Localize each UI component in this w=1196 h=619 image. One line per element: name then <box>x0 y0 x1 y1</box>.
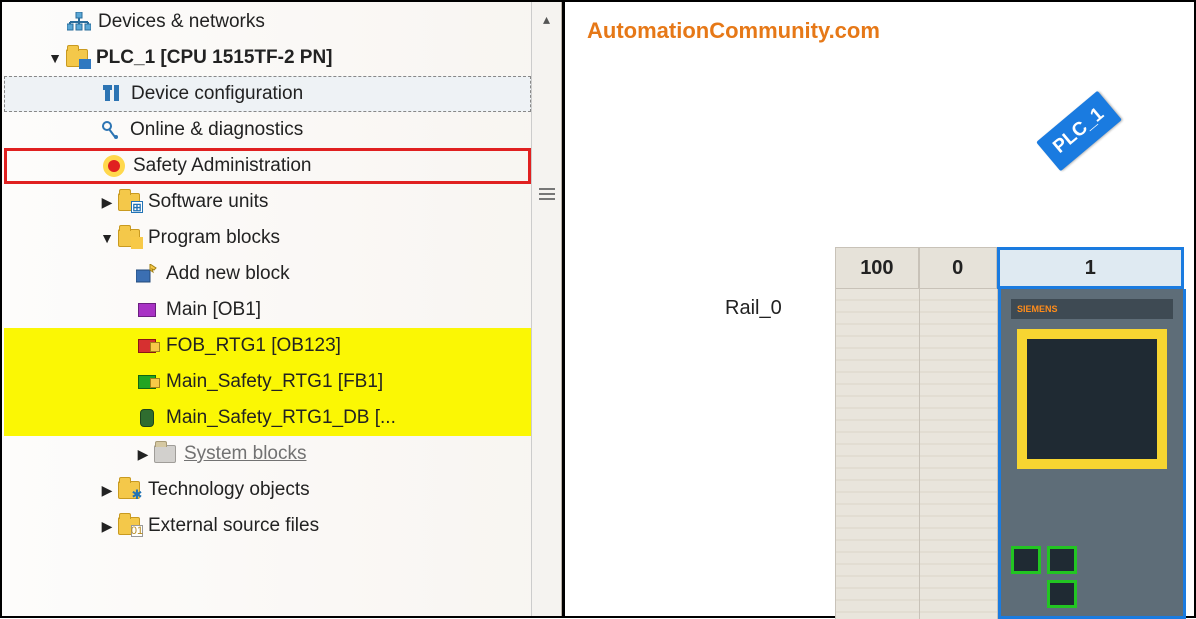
tree-label: Main [OB1] <box>166 299 261 321</box>
rack-area: Rail_0 100 0 1 SIEMENS <box>725 247 1184 616</box>
tree-main-ob1[interactable]: Main [OB1] <box>4 292 531 328</box>
collapse-arrow-icon[interactable]: ▶ <box>98 482 116 499</box>
collapse-arrow-icon[interactable]: ▶ <box>98 194 116 211</box>
rail-label: Rail_0 <box>725 297 782 320</box>
device-label-flag[interactable]: PLC_1 <box>1036 91 1122 172</box>
scroll-grip[interactable] <box>539 180 555 208</box>
plc-module-top-strip: SIEMENS <box>1011 299 1173 319</box>
tree-label: Safety Administration <box>133 155 311 177</box>
tree-label: Main_Safety_RTG1_DB [... <box>166 407 396 429</box>
slot-column-100[interactable] <box>836 289 920 619</box>
program-blocks-folder-icon <box>116 225 142 251</box>
technology-objects-folder-icon: ✱ <box>116 477 142 503</box>
ethernet-port-icon <box>1011 546 1041 574</box>
tree-main-safety-fb[interactable]: Main_Safety_RTG1 [FB1] <box>4 364 531 400</box>
external-sources-folder-icon: 01 <box>116 513 142 539</box>
tree-scrollbar[interactable]: ▴ <box>531 2 561 616</box>
project-tree-panel: Devices & networks ▼ PLC_1 [CPU 1515TF-2… <box>2 2 562 616</box>
safety-db-icon <box>134 405 160 431</box>
slot-header-row: 100 0 1 <box>835 247 1184 289</box>
ethernet-port-icon <box>1047 580 1077 608</box>
tree-external-sources[interactable]: ▶ 01 External source files <box>4 508 531 544</box>
software-units-icon: ⊞ <box>116 189 142 215</box>
scroll-up-icon[interactable]: ▴ <box>536 8 558 30</box>
plc-module[interactable]: SIEMENS <box>998 289 1186 619</box>
tree-program-blocks[interactable]: ▼ Program blocks <box>4 220 531 256</box>
tree-device-configuration[interactable]: Device configuration <box>4 76 531 112</box>
tree-add-new-block[interactable]: Add new block <box>4 256 531 292</box>
tree-online-diagnostics[interactable]: Online & diagnostics <box>4 112 531 148</box>
collapse-arrow-icon[interactable]: ▶ <box>98 518 116 535</box>
tree-plc-node[interactable]: ▼ PLC_1 [CPU 1515TF-2 PN] <box>4 40 531 76</box>
tree-label: Program blocks <box>148 227 280 249</box>
network-icon <box>66 9 92 35</box>
tree-software-units[interactable]: ▶ ⊞ Software units <box>4 184 531 220</box>
plc-display-screen <box>1027 339 1157 459</box>
expand-arrow-icon[interactable]: ▼ <box>98 230 116 246</box>
tree-label: Software units <box>148 191 268 213</box>
tree-label: Main_Safety_RTG1 [FB1] <box>166 371 383 393</box>
tree-label: FOB_RTG1 [OB123] <box>166 335 341 357</box>
system-blocks-folder-icon <box>152 441 178 467</box>
diagnostics-icon <box>98 117 124 143</box>
ethernet-port-icon <box>1047 546 1077 574</box>
safety-ob-icon <box>134 333 160 359</box>
wrench-icon <box>99 81 125 107</box>
plc-display-frame <box>1017 329 1167 469</box>
expand-arrow-icon[interactable]: ▼ <box>46 50 64 66</box>
tree-label: Technology objects <box>148 479 310 501</box>
slot-header-100[interactable]: 100 <box>835 247 919 289</box>
tree-main-safety-db[interactable]: Main_Safety_RTG1_DB [... <box>4 400 531 436</box>
scroll-track[interactable] <box>539 30 555 616</box>
ob-icon <box>134 297 160 323</box>
add-block-icon <box>134 261 160 287</box>
rail-background: SIEMENS <box>835 289 1184 619</box>
slot-header-1[interactable]: 1 <box>997 247 1184 289</box>
tree-technology-objects[interactable]: ▶ ✱ Technology objects <box>4 472 531 508</box>
tree-system-blocks[interactable]: ▶ System blocks <box>4 436 531 472</box>
tree-label: External source files <box>148 515 319 537</box>
tree-label: Device configuration <box>131 83 303 105</box>
slot-header-0[interactable]: 0 <box>919 247 997 289</box>
tree-label: System blocks <box>184 443 306 465</box>
slot-column-0[interactable] <box>920 289 998 619</box>
collapse-arrow-icon[interactable]: ▶ <box>134 446 152 463</box>
safety-fb-icon <box>134 369 160 395</box>
tree-label: Online & diagnostics <box>130 119 303 141</box>
tree-label: Devices & networks <box>98 11 265 33</box>
tree-fob-rtg1[interactable]: FOB_RTG1 [OB123] <box>4 328 531 364</box>
plc-folder-icon <box>64 45 90 71</box>
watermark-text: AutomationCommunity.com <box>587 18 880 44</box>
device-view-panel: AutomationCommunity.com PLC_1 Rail_0 100… <box>562 2 1194 616</box>
plc-ethernet-ports <box>1011 546 1077 608</box>
tree-devices-networks[interactable]: Devices & networks <box>4 4 531 40</box>
tree-label: PLC_1 [CPU 1515TF-2 PN] <box>96 47 333 69</box>
tree-label: Add new block <box>166 263 290 285</box>
tree-safety-administration[interactable]: Safety Administration <box>4 148 531 184</box>
safety-icon <box>101 153 127 179</box>
